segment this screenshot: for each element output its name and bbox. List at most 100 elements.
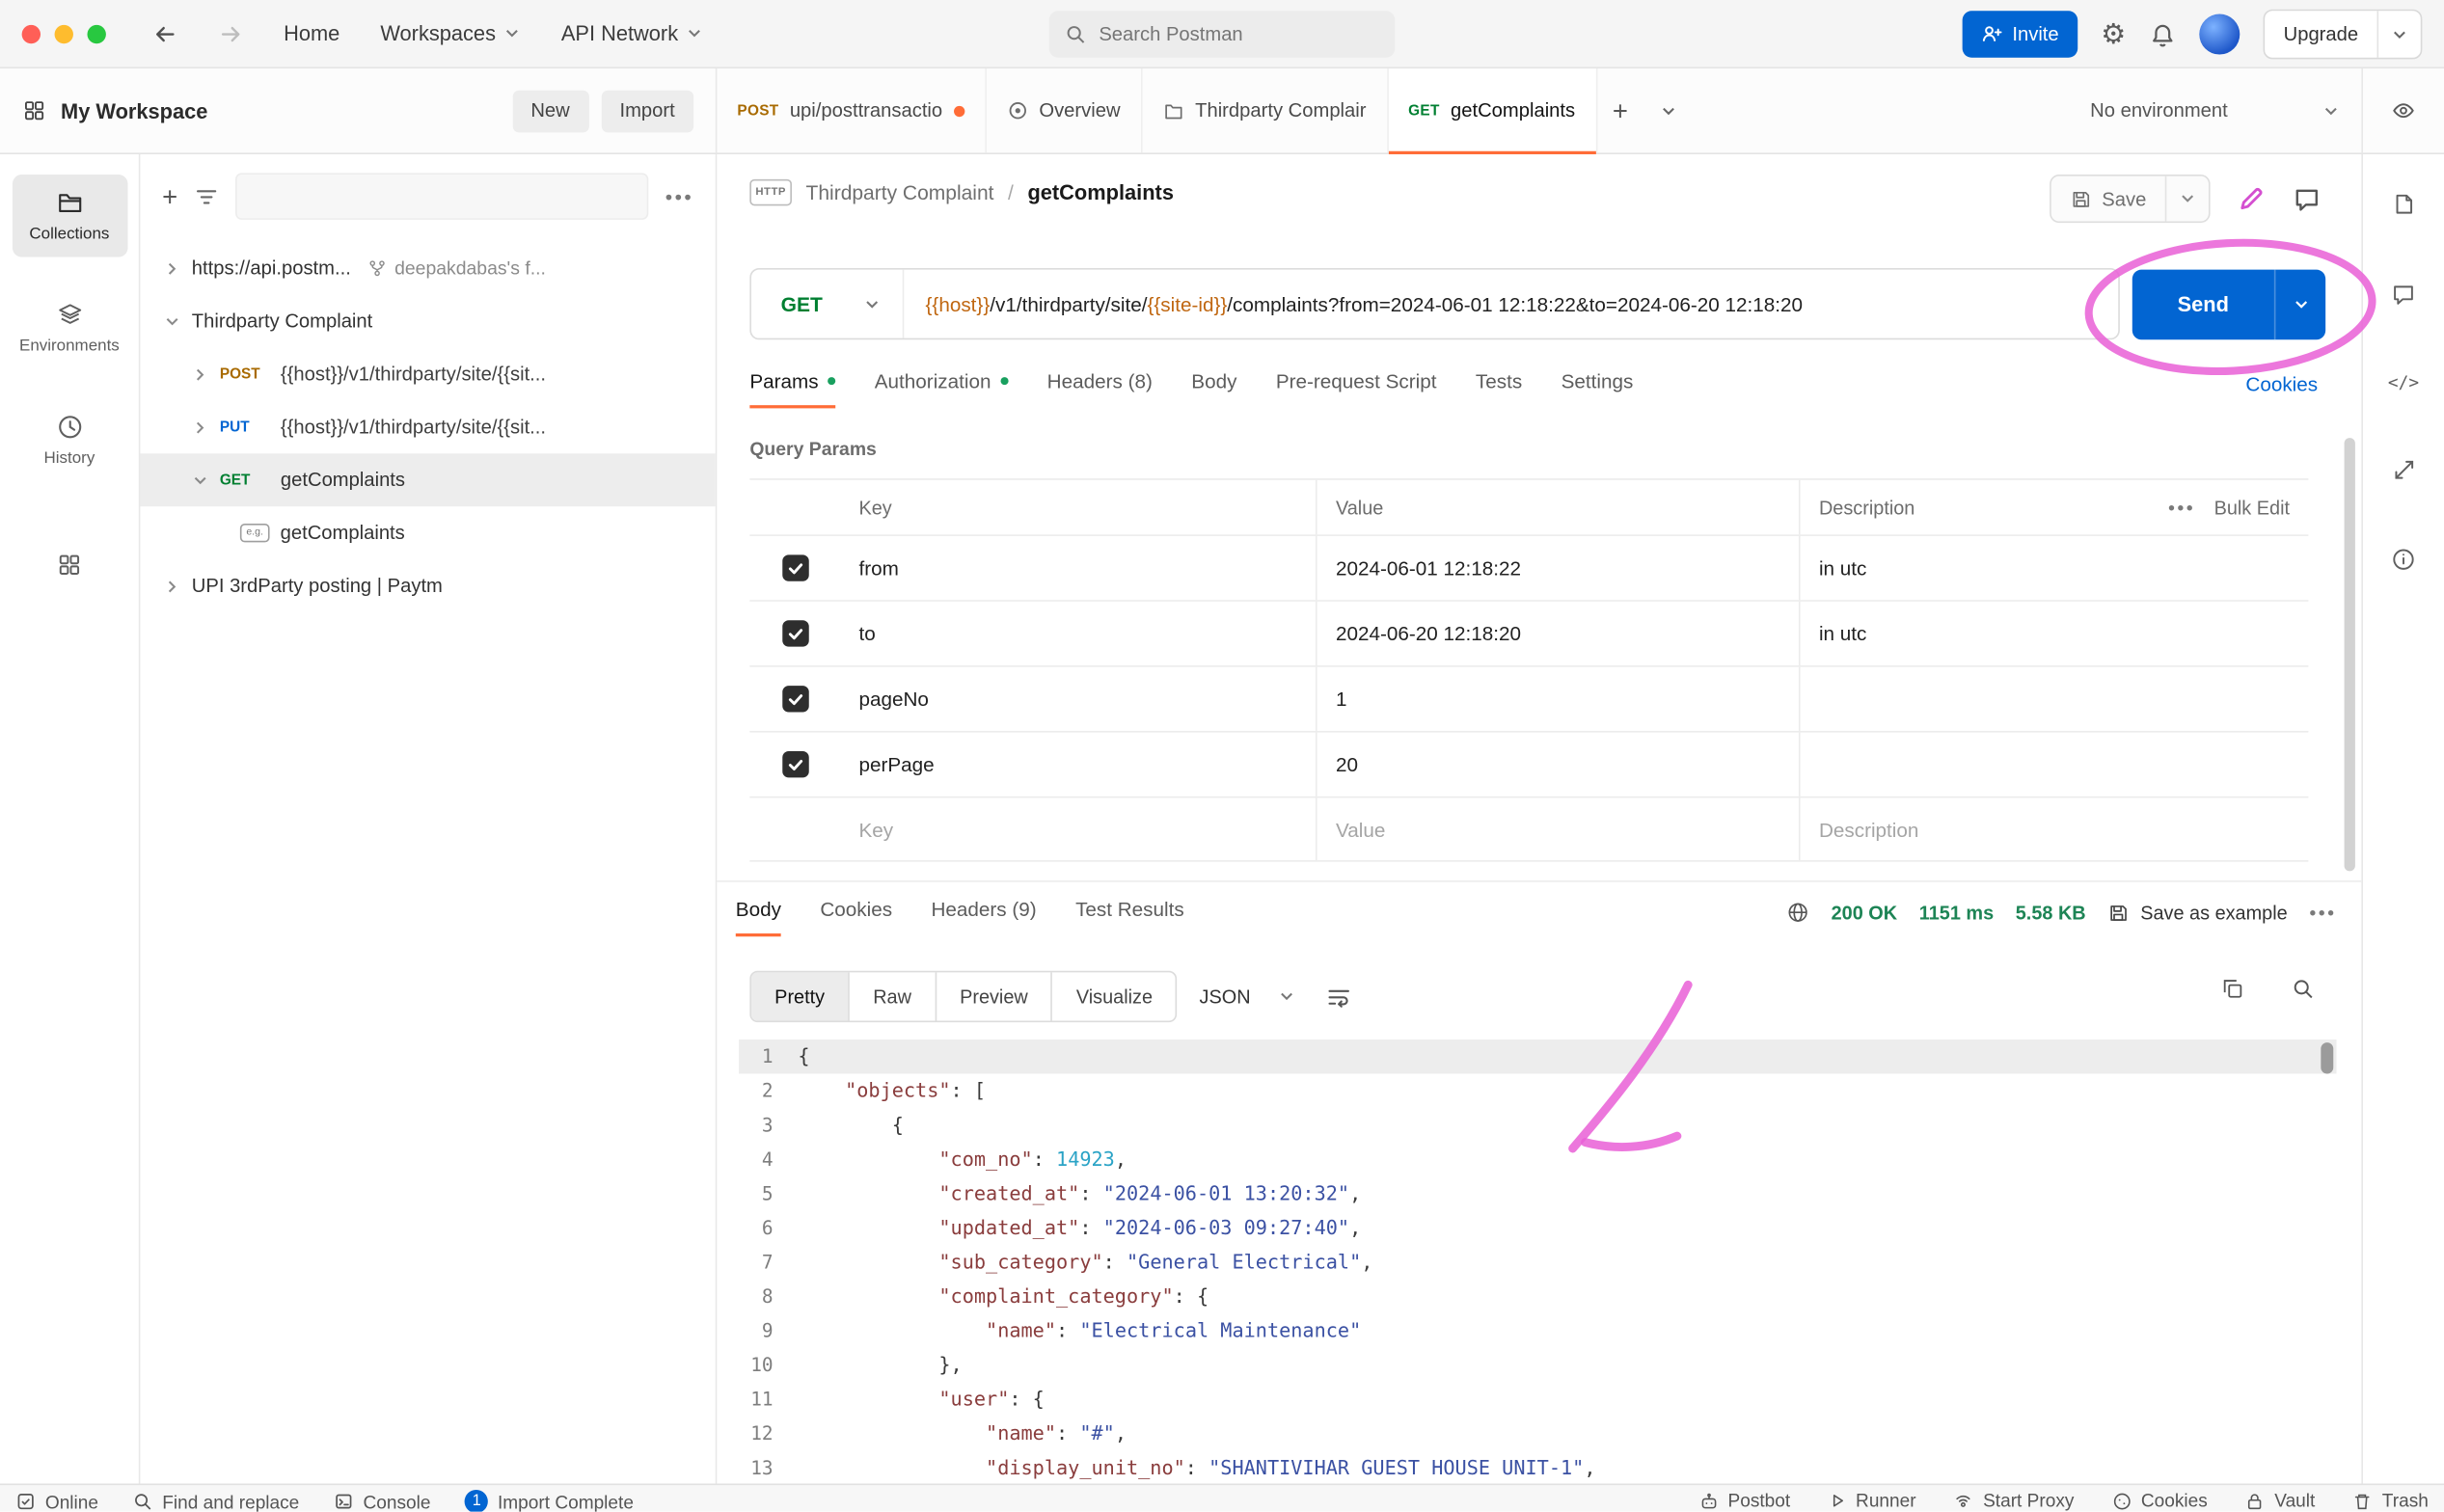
cookies-link[interactable]: Cookies <box>2245 372 2318 395</box>
global-search-input[interactable] <box>1099 23 1380 45</box>
tree-item-put-request[interactable]: PUT {{host}}/v1/thirdparty/site/{{sit... <box>140 400 715 453</box>
comments-icon[interactable] <box>2391 283 2416 308</box>
tree-item-getcomplaints[interactable]: GET getComplaints <box>140 453 716 507</box>
search-response-icon[interactable] <box>2292 977 2315 1000</box>
wrap-text-icon[interactable] <box>1327 985 1352 1010</box>
cookies-button[interactable]: Cookies <box>2111 1490 2208 1512</box>
import-complete-status[interactable]: 1 Import Complete <box>465 1489 634 1512</box>
environment-quick-look-icon[interactable] <box>2363 98 2444 123</box>
param-key-cell[interactable]: perPage <box>840 733 1316 796</box>
code-snippet-icon[interactable]: </> <box>2388 372 2419 392</box>
user-avatar[interactable] <box>2199 14 2240 55</box>
param-key-cell[interactable]: pageNo <box>840 667 1316 731</box>
tree-item-post-request[interactable]: POST {{host}}/v1/thirdparty/site/{{sit..… <box>140 347 715 400</box>
view-raw[interactable]: Raw <box>848 972 935 1021</box>
row-checkbox[interactable] <box>781 554 808 581</box>
params-scrollbar[interactable] <box>2344 438 2355 872</box>
menu-workspaces[interactable]: Workspaces <box>380 22 520 45</box>
response-scrollbar[interactable] <box>2321 1042 2334 1074</box>
global-search[interactable] <box>1048 11 1396 58</box>
param-description-cell[interactable] <box>1798 732 2308 796</box>
rail-item-history[interactable]: History <box>12 399 127 482</box>
status-code[interactable]: 200 OK <box>1832 902 1898 924</box>
find-and-replace-button[interactable]: Find and replace <box>133 1491 299 1512</box>
save-button[interactable]: Save <box>2050 176 2165 222</box>
tab-upi-posttransaction[interactable]: POST upi/posttransactio <box>717 68 987 153</box>
tab-prerequest-script[interactable]: Pre-request Script <box>1276 369 1437 408</box>
param-description-cell[interactable]: Description <box>1798 797 2308 861</box>
filter-icon[interactable] <box>195 185 218 208</box>
save-menu-button[interactable] <box>2164 176 2209 222</box>
tab-response-body[interactable]: Body <box>735 898 782 937</box>
param-value-cell[interactable]: Value <box>1315 797 1799 861</box>
notifications-bell-icon[interactable] <box>2150 21 2176 47</box>
comments-icon[interactable] <box>2293 185 2321 213</box>
response-time[interactable]: 1151 ms <box>1919 902 1994 924</box>
zoom-window-button[interactable] <box>87 24 106 43</box>
workspace-title[interactable]: My Workspace <box>61 99 207 122</box>
info-icon[interactable] <box>2391 547 2416 572</box>
tree-item-example-getcomplaints[interactable]: e.g. getComplaints <box>140 506 715 559</box>
tree-item-thirdparty-complaint[interactable]: Thirdparty Complaint <box>140 294 715 347</box>
response-size[interactable]: 5.58 KB <box>2016 902 2086 924</box>
back-icon[interactable] <box>152 21 177 46</box>
tab-settings[interactable]: Settings <box>1561 369 1634 408</box>
online-status[interactable]: Online <box>15 1491 98 1512</box>
param-description-cell[interactable]: in utc <box>1798 601 2308 666</box>
row-checkbox[interactable] <box>781 750 808 778</box>
bulk-edit-button[interactable]: Bulk Edit <box>2214 497 2290 519</box>
invite-button[interactable]: Invite <box>1962 11 2078 58</box>
view-visualize[interactable]: Visualize <box>1051 972 1176 1021</box>
tab-response-headers[interactable]: Headers (9) <box>931 898 1036 936</box>
param-description-cell[interactable]: in utc <box>1798 535 2308 601</box>
pane-splitter[interactable] <box>717 880 2362 882</box>
param-description-cell[interactable] <box>1798 666 2308 731</box>
tab-list-chevron-icon[interactable] <box>1643 68 1692 152</box>
param-value-cell[interactable]: 20 <box>1315 732 1799 796</box>
runner-button[interactable]: Runner <box>1828 1490 1916 1512</box>
console-button[interactable]: Console <box>334 1491 431 1512</box>
vault-button[interactable]: Vault <box>2245 1490 2315 1512</box>
param-key-cell[interactable]: Key <box>840 797 1316 860</box>
url-input[interactable]: {{host}}/v1/thirdparty/site/{{site-id}}/… <box>904 292 2118 315</box>
sidebar-more-icon[interactable]: ••• <box>665 185 693 208</box>
param-key-cell[interactable]: from <box>840 536 1316 600</box>
menu-home[interactable]: Home <box>284 22 339 45</box>
param-key-cell[interactable]: to <box>840 602 1316 665</box>
row-checkbox[interactable] <box>781 686 808 713</box>
edit-pencil-icon[interactable] <box>2237 184 2267 214</box>
rail-more-grid-icon[interactable] <box>56 552 82 578</box>
close-window-button[interactable] <box>21 24 41 43</box>
tree-item-api[interactable]: https://api.postm... deepakdabas's f... <box>140 241 715 294</box>
postbot-button[interactable]: Postbot <box>1698 1490 1790 1512</box>
tab-getcomplaints[interactable]: GET getComplaints <box>1388 68 1597 154</box>
add-collection-button[interactable]: + <box>162 183 177 209</box>
param-value-cell[interactable]: 2024-06-01 12:18:22 <box>1315 535 1799 601</box>
tab-thirdparty-complaint[interactable]: Thirdparty Complair <box>1142 68 1389 153</box>
environment-selector[interactable]: No environment <box>2069 99 2362 122</box>
save-as-example-button[interactable]: Save as example <box>2107 902 2288 924</box>
rail-item-collections[interactable]: Collections <box>12 174 127 257</box>
settings-gear-icon[interactable]: ⚙ <box>2101 20 2126 48</box>
param-value-cell[interactable]: 1 <box>1315 666 1799 731</box>
upgrade-button[interactable]: Upgrade <box>2265 11 2376 57</box>
breadcrumb-collection[interactable]: Thirdparty Complaint <box>806 180 994 203</box>
tab-params[interactable]: Params <box>749 369 836 409</box>
upgrade-menu-button[interactable] <box>2376 11 2421 58</box>
tree-item-upi-collection[interactable]: UPI 3rdParty posting | Paytm <box>140 559 715 612</box>
tab-authorization[interactable]: Authorization <box>875 369 1009 408</box>
minimize-window-button[interactable] <box>54 24 73 43</box>
tab-body[interactable]: Body <box>1191 369 1236 408</box>
new-tab-button[interactable]: + <box>1597 68 1643 152</box>
response-more-icon[interactable]: ••• <box>2309 902 2336 924</box>
tab-headers[interactable]: Headers (8) <box>1047 369 1153 408</box>
tab-response-cookies[interactable]: Cookies <box>820 898 892 936</box>
row-checkbox[interactable] <box>781 620 808 647</box>
expand-arrows-icon[interactable] <box>2392 458 2415 481</box>
new-button[interactable]: New <box>511 89 589 132</box>
tab-tests[interactable]: Tests <box>1476 369 1522 408</box>
send-menu-button[interactable] <box>2273 269 2325 340</box>
import-button[interactable]: Import <box>601 89 694 132</box>
more-options-icon[interactable]: ••• <box>2168 497 2195 519</box>
tab-overview[interactable]: Overview <box>986 68 1143 153</box>
